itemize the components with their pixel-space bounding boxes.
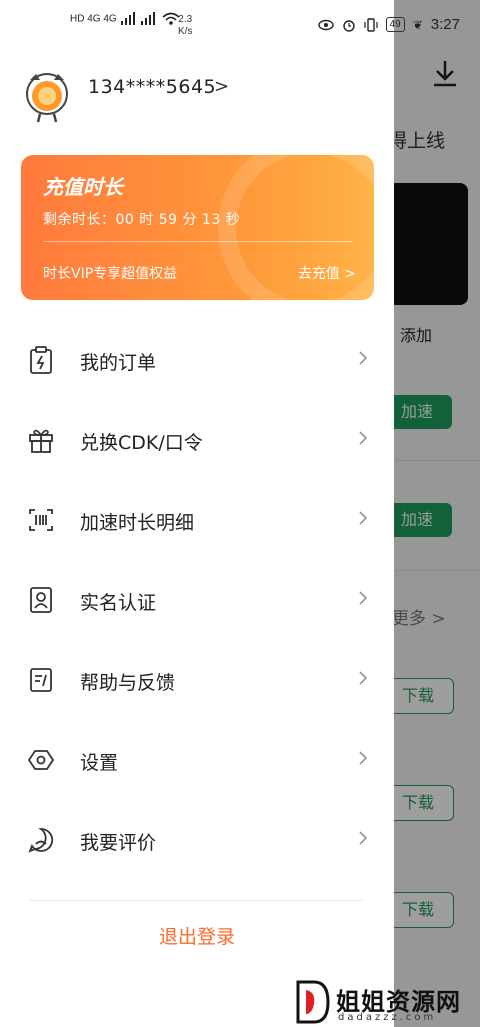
- chevron-right-icon: [359, 751, 368, 765]
- watermark-logo-icon: [296, 980, 330, 1024]
- avatar[interactable]: [22, 70, 72, 124]
- vip-recharge-card[interactable]: 充值时长 剩余时长：00 时 59 分 13 秒 时长VIP专享超值权益 去充值…: [21, 155, 374, 300]
- menu-label: 设置: [80, 752, 119, 774]
- feedback-note-icon: [30, 668, 52, 692]
- clipboard-bolt-icon: [30, 346, 52, 374]
- card-divider: [43, 241, 353, 242]
- menu-label: 实名认证: [80, 592, 157, 614]
- remaining-time: 剩余时长：00 时 59 分 13 秒: [43, 212, 241, 228]
- eye-icon: [317, 19, 334, 30]
- status-bar: HD 4G 4G 2.3 K/s 49 ❦ 3:27: [0, 0, 480, 50]
- menu-label: 帮助与反馈: [80, 672, 176, 694]
- chevron-right-icon: [359, 431, 368, 445]
- barcode-icon: [29, 509, 53, 531]
- chevron-right-icon: [359, 831, 368, 845]
- menu-item-real-name-verification[interactable]: 实名认证: [0, 560, 394, 640]
- menu-item-help-feedback[interactable]: 帮助与反馈: [0, 640, 394, 720]
- menu-item-settings[interactable]: 设置: [0, 720, 394, 800]
- alarm-icon: [342, 19, 355, 32]
- gift-icon: [29, 429, 53, 453]
- network-speed: 2.3 K/s: [178, 14, 192, 38]
- menu-label: 我的订单: [80, 352, 157, 374]
- chevron-right-icon: [359, 591, 368, 605]
- chevron-right-icon: [359, 671, 368, 685]
- signal-icon: [121, 12, 156, 25]
- clock-time: 3:27: [430, 16, 460, 33]
- network-indicators: HD 4G 4G: [70, 12, 180, 26]
- logout-divider: [30, 900, 363, 901]
- id-card-icon: [30, 587, 52, 613]
- status-right: 49 ❦ 3:27: [317, 16, 460, 33]
- chat-face-icon: [28, 828, 54, 853]
- profile-chevron-icon[interactable]: >: [214, 76, 229, 97]
- menu-label: 兑换CDK/口令: [80, 432, 203, 454]
- profile-header[interactable]: 134****5645 >: [22, 70, 382, 130]
- leaf-icon: ❦: [412, 17, 423, 32]
- logout-button[interactable]: 退出登录: [0, 922, 394, 949]
- vip-benefit-text: 时长VIP专享超值权益: [43, 266, 178, 282]
- vip-card-title: 充值时长: [43, 175, 123, 199]
- chevron-right-icon: [359, 511, 368, 525]
- vibrate-icon: [364, 17, 378, 32]
- network-text: HD 4G 4G: [70, 13, 117, 25]
- drawer-menu: 我的订单 兑换CDK/口令 加速时长明细 实名认证 帮助与反馈 设置 我要评价: [0, 320, 394, 880]
- settings-hexagon-icon: [28, 750, 54, 770]
- watermark-url: dadazzz.com: [338, 1012, 437, 1023]
- speed-value: 2.3: [178, 14, 193, 25]
- phone-number[interactable]: 134****5645: [88, 76, 216, 98]
- menu-item-rate-us[interactable]: 我要评价: [0, 800, 394, 880]
- chevron-right-icon: [359, 351, 368, 365]
- menu-item-my-orders[interactable]: 我的订单: [0, 320, 394, 400]
- side-drawer: 134****5645 > 充值时长 剩余时长：00 时 59 分 13 秒 时…: [0, 0, 394, 1027]
- speed-unit: K/s: [178, 26, 193, 37]
- menu-item-redeem-cdk[interactable]: 兑换CDK/口令: [0, 400, 394, 480]
- menu-label: 加速时长明细: [80, 512, 195, 534]
- battery-indicator: 49: [385, 17, 405, 32]
- menu-label: 我要评价: [80, 832, 157, 854]
- menu-item-acceleration-details[interactable]: 加速时长明细: [0, 480, 394, 560]
- go-recharge-link[interactable]: 去充值 >: [298, 263, 356, 283]
- watermark: 姐姐资源网 dadazzz.com: [292, 980, 480, 1027]
